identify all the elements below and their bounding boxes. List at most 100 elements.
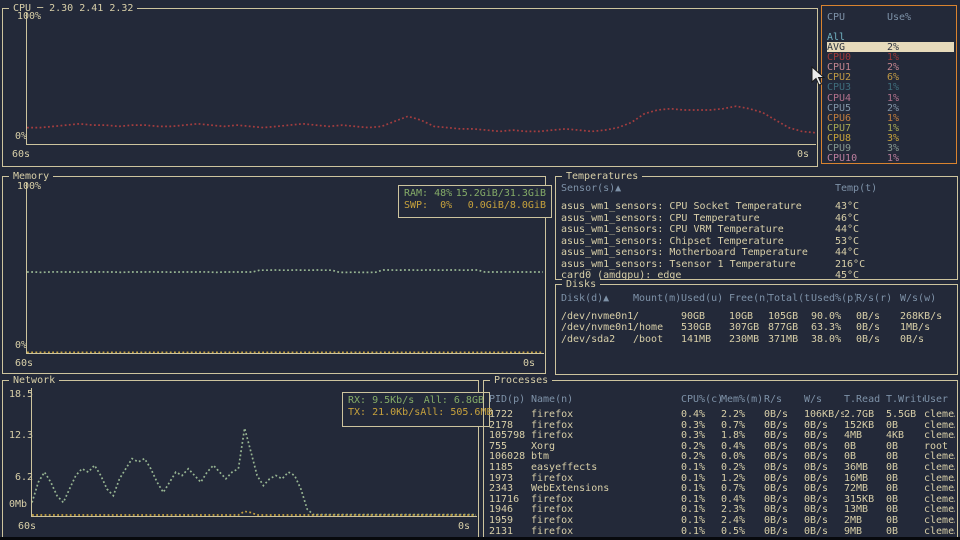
cell: 44°C bbox=[835, 247, 860, 258]
table-row[interactable]: 11716 firefox 0.1% 0.4% 0B/s 0B/s 315KB 0B cleme… bbox=[489, 493, 955, 505]
table-row[interactable]: card0 (amdgpu): edge 45°C bbox=[561, 270, 955, 282]
memory-x-right-label: 0s bbox=[522, 358, 535, 369]
network-y-label-1: 18.5 bbox=[9, 389, 34, 400]
cpu-legend-row[interactable]: CPU6 1% bbox=[827, 113, 954, 123]
table-row[interactable]: asus_wm1_sensors: CPU Temperature 46°C bbox=[561, 213, 955, 225]
column-header-row[interactable]: PID(p) Name(n) CPU%(c)▼Mem%(m)R/s W/s T.Read… bbox=[489, 394, 955, 405]
cpu-legend-row[interactable]: All bbox=[827, 32, 954, 42]
table-row[interactable]: asus_wm1_sensors: Tsensor 1 Temperature 2… bbox=[561, 259, 955, 271]
cell: R/s(r) bbox=[856, 293, 893, 304]
cpu-usage-chart[interactable] bbox=[27, 18, 815, 144]
cell: 1973 bbox=[489, 472, 514, 484]
processes-header[interactable]: PID(p) Name(n) CPU%(c)▼Mem%(m)R/s W/s T.Read… bbox=[489, 394, 955, 405]
cpu-legend-rows: All AVG 2% CPU0 1% CPU1 2% CPU2 6% CPU3 1% CPU4 1% CP… bbox=[827, 32, 954, 163]
cell: 0B/s bbox=[804, 461, 829, 473]
temperatures-panel[interactable]: Temperatures Sensor(s)▲ Temp(t) asus_wm1_… bbox=[555, 171, 958, 282]
table-row[interactable]: /dev/nvme0n1p3/home 530GB 307GB 877GB 63.3% 0… bbox=[561, 322, 955, 333]
table-row[interactable]: 1722 firefox 0.4% 2.2% 0B/s 106KB/s 2.7GB 5.5GB… bbox=[489, 409, 955, 420]
table-row[interactable]: 1973 firefox 0.1% 1.2% 0B/s 0B/s 16MB 0B cleme… bbox=[489, 472, 955, 484]
cpu-graph-panel[interactable]: CPU ─ 2.30 2.41 2.32 100% 0% 60s 0s bbox=[2, 3, 818, 167]
table-row[interactable]: asus_wm1_sensors: CPU VRM Temperature 44°… bbox=[561, 224, 955, 236]
cell: 0B/s bbox=[856, 322, 881, 334]
cpu-legend-row[interactable]: CPU7 1% bbox=[827, 123, 954, 133]
cpu-legend-row[interactable]: CPU10 1% bbox=[827, 153, 954, 163]
cell: 1% bbox=[887, 82, 900, 93]
table-row[interactable]: asus_wm1_sensors: Chipset Temperature 53°… bbox=[561, 236, 955, 248]
cell: firefox bbox=[531, 430, 574, 441]
cell: CPU%(c)▼ bbox=[681, 394, 721, 405]
cell: 530GB bbox=[681, 322, 712, 334]
memory-legend-swap: SWP: 0% 0.0GiB/8.0GiB bbox=[404, 200, 546, 211]
cpu-legend-row[interactable]: CPU2 6% bbox=[827, 72, 954, 82]
cpu-legend-row[interactable]: CPU8 3% bbox=[827, 133, 954, 143]
cpu-legend-row[interactable]: CPU1 2% bbox=[827, 62, 954, 72]
cpu-legend-panel[interactable]: CPU Use% All AVG 2% CPU0 1% CPU1 2% CPU2 6% CPU3 1… bbox=[821, 5, 957, 164]
cell: 0B/s bbox=[764, 430, 789, 441]
cell: 0.1% bbox=[681, 483, 706, 494]
cpu-x-right-label: 0s bbox=[796, 149, 809, 160]
cell: 0B/s bbox=[764, 493, 789, 505]
cell: 0.2% bbox=[681, 440, 706, 452]
swap-usage-label: SWP: 0% bbox=[404, 200, 453, 211]
cell: 0B/s bbox=[764, 419, 789, 431]
table-row[interactable]: 1185 easyeffects 0.1% 0.2% 0B/s 0B/s 36MB 0B cle… bbox=[489, 461, 955, 473]
table-row[interactable]: asus_wm1_sensors: Motherboard Temperatur… bbox=[561, 247, 955, 259]
cell: asus_wm1_sensors: Tsensor 1 Temperature bbox=[561, 258, 796, 270]
cell: asus_wm1_sensors: Motherboard Temperatur… bbox=[561, 247, 808, 258]
cell: 0B/s bbox=[856, 311, 881, 322]
cell: 0B/s bbox=[856, 333, 881, 345]
cell: CPU2 bbox=[827, 72, 852, 83]
table-row[interactable]: 1959 firefox 0.1% 2.4% 0B/s 0B/s 2MB 0B cleme… bbox=[489, 514, 955, 526]
cell: 0B bbox=[886, 483, 899, 494]
cpu-legend-header[interactable]: CPU Use% bbox=[827, 12, 954, 22]
cell: 0B/s bbox=[764, 472, 789, 484]
processes-panel[interactable]: Processes PID(p) Name(n) CPU%(c)▼Mem%(m)R/… bbox=[483, 375, 958, 538]
cpu-x-axis bbox=[26, 144, 816, 145]
cpu-x-left-label: 60s bbox=[12, 149, 31, 160]
table-row[interactable]: 105798 firefox 0.3% 1.8% 0B/s 0B/s 4MB 4KB cleme… bbox=[489, 430, 955, 441]
cell: AVG bbox=[827, 42, 846, 53]
temperatures-panel-title: Temperatures bbox=[562, 171, 643, 182]
table-row[interactable]: 106028 btm 0.2% 0.0% 0B/s 0B/s 0B 0B cleme… bbox=[489, 451, 955, 462]
cell: 0.5% bbox=[721, 525, 746, 537]
cell: 0B bbox=[886, 440, 899, 452]
table-row[interactable]: /dev/sda2/boot 141MB 230MB 371MB 38.0% 0B/s 0B… bbox=[561, 334, 955, 345]
cell: 106KB/s bbox=[804, 409, 844, 420]
table-row[interactable]: 1946 firefox 0.1% 2.3% 0B/s 0B/s 13MB 0B cleme… bbox=[489, 504, 955, 515]
cpu-legend-header-cpu[interactable]: CPU bbox=[827, 12, 887, 22]
table-row[interactable]: asus_wm1_sensors: CPU Socket Temperature… bbox=[561, 201, 955, 213]
cell: 0B/s bbox=[764, 409, 789, 420]
cpu-legend-row[interactable]: CPU9 3% bbox=[827, 143, 954, 153]
cpu-legend-row[interactable]: CPU3 1% bbox=[827, 82, 954, 92]
cell: T.Write bbox=[886, 394, 924, 405]
cell: 0B/s bbox=[764, 514, 789, 526]
table-row[interactable]: 2131 firefox 0.1% 0.5% 0B/s 0B/s 9MB 0B cleme… bbox=[489, 525, 955, 537]
cell: 0B/s bbox=[764, 504, 789, 515]
disks-panel[interactable]: Disks Disk(d)▲ Mount(m) Used(u) Free(n) Tota… bbox=[555, 279, 958, 375]
table-row[interactable]: 755 Xorg 0.2% 0.4% 0B/s 0B/s 0B 0B root bbox=[489, 440, 955, 452]
disks-header[interactable]: Disk(d)▲ Mount(m)Used(u) Free(n)Total(t)Us… bbox=[561, 293, 955, 304]
column-header-row[interactable]: Disk(d)▲ Mount(m)Used(u) Free(n)Total(t)Us… bbox=[561, 293, 944, 304]
cell: W/s(w) bbox=[900, 293, 937, 304]
cell: Sensor(s)▲ bbox=[561, 183, 622, 194]
cell: 0B/s bbox=[804, 525, 829, 537]
table-row[interactable]: 2178 firefox 0.3% 0.7% 0B/s 0B/s 152KB 0B cleme… bbox=[489, 419, 955, 431]
cpu-legend-row[interactable]: CPU0 1% bbox=[827, 52, 954, 62]
table-row[interactable]: /dev/nvme0n1p2/ 90GB 10GB 105GB 90.0% 0B/s 268… bbox=[561, 311, 955, 322]
cell: cleme… bbox=[924, 430, 955, 441]
cpu-legend-header-use[interactable]: Use% bbox=[887, 12, 947, 22]
temperatures-header[interactable]: Sensor(s)▲ Temp(t) bbox=[561, 183, 955, 195]
cell: firefox bbox=[531, 525, 574, 537]
cpu-legend-row[interactable]: CPU4 1% bbox=[827, 93, 954, 103]
memory-panel[interactable]: Memory 100% 0% 60s 0s RAM: 48% 15.2GiB/3… bbox=[2, 171, 552, 374]
column-header-row[interactable]: Sensor(s)▲ Temp(t) bbox=[561, 183, 915, 195]
table-row[interactable]: 2343 WebExtensions 0.1% 0.7% 0B/s 0B/s 72MB 0B c… bbox=[489, 483, 955, 494]
cell: 2% bbox=[887, 62, 900, 73]
cell: 307GB bbox=[729, 322, 760, 334]
cell: 0.1% bbox=[681, 493, 706, 505]
cell: 4KB bbox=[886, 430, 905, 441]
cpu-legend-row[interactable]: CPU5 2% bbox=[827, 103, 954, 113]
network-panel[interactable]: Network 18.5 12.3 6.2 0Mb 60s 0s RX: 9.5… bbox=[2, 375, 493, 538]
cell: 0.2% bbox=[721, 461, 746, 473]
cpu-legend-row[interactable]: AVG 2% bbox=[827, 42, 954, 53]
